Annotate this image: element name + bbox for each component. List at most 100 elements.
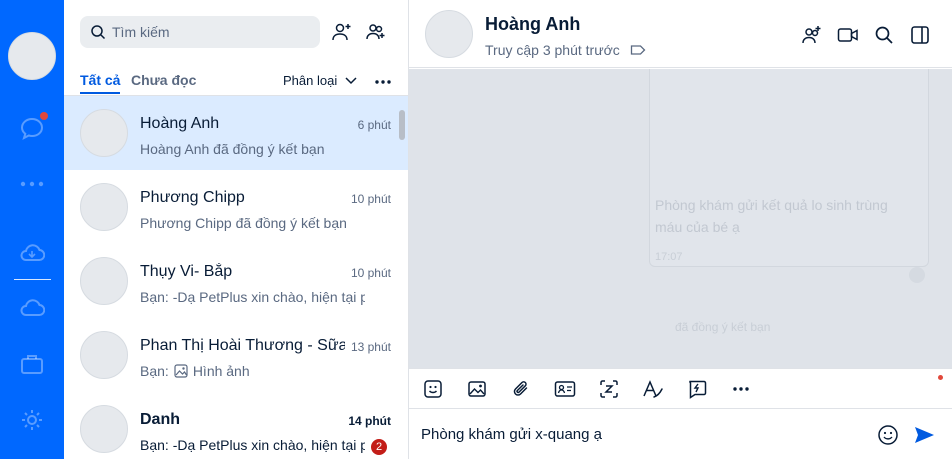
list-options-button[interactable] (371, 72, 395, 92)
tab-all[interactable]: Tất cả (80, 72, 121, 94)
avatar (80, 331, 128, 379)
conversation-preview: Bạn: Hình ảnh (140, 363, 365, 379)
video-call-button[interactable] (837, 24, 859, 46)
conversation-item[interactable]: Hoàng Anh 6 phút Hoàng Anh đã đồng ý kết… (64, 96, 408, 170)
cloud-icon[interactable] (18, 294, 46, 322)
conversation-list-panel: Tất cả Chưa đọc Phân loại Hoàng Anh 6 ph… (64, 0, 409, 459)
conversation-preview: Phương Chipp đã đồng ý kết bạn (140, 215, 365, 231)
send-icon (915, 427, 934, 443)
preview-prefix: Bạn: (140, 363, 169, 379)
conversation-time: 13 phút (350, 340, 391, 354)
screenshot-button[interactable] (597, 377, 621, 401)
message-input[interactable]: Phòng khám gửi x-quang ạ (421, 426, 602, 443)
cloud-sync-icon[interactable] (18, 239, 46, 267)
chat-notification-dot (40, 112, 48, 120)
avatar (80, 183, 128, 231)
preview-text: Hình ảnh (192, 363, 250, 379)
message-composer[interactable]: Phòng khám gửi x-quang ạ (409, 409, 952, 459)
attach-file-button[interactable] (509, 377, 533, 401)
message-area[interactable]: Phòng khám gửi kết quả lo sinh trùng máu… (409, 69, 952, 368)
add-group-icon (802, 26, 821, 44)
quick-message-icon (689, 380, 707, 399)
more-tools-button[interactable] (729, 377, 753, 401)
left-nav-rail (0, 0, 64, 459)
more-horizontal-icon (375, 80, 391, 84)
emoji-icon (878, 425, 898, 445)
add-friend-button[interactable] (330, 20, 354, 44)
message-time: 17:07 (655, 251, 683, 263)
tab-unread[interactable]: Chưa đọc (131, 72, 196, 88)
search-icon (91, 25, 106, 40)
conversation-name: Hoàng Anh (140, 115, 220, 132)
conversation-preview: Bạn: -Dạ PetPlus xin chào, hiện tại ph (140, 437, 365, 453)
contact-name[interactable]: Hoàng Anh (485, 14, 580, 35)
avatar (80, 405, 128, 453)
add-to-group-button[interactable] (801, 24, 823, 46)
send-contact-card-button[interactable] (553, 377, 577, 401)
filter-dropdown[interactable]: Phân loại (283, 73, 361, 88)
conversation-time: 10 phút (350, 192, 391, 206)
conversation-name: Danh (140, 411, 180, 428)
avatar (80, 257, 128, 305)
preview-text: Hoàng Anh đã đồng ý kết bạn (140, 141, 325, 157)
video-camera-icon (837, 28, 858, 42)
user-avatar[interactable] (8, 32, 56, 80)
add-friend-icon (332, 23, 351, 41)
add-group-icon (366, 24, 385, 40)
image-icon (468, 381, 486, 397)
conversation-preview: Bạn: -Dạ PetPlus xin chào, hiện tại phòn (140, 289, 365, 305)
system-note: đã đồng ý kết bạn (675, 320, 771, 334)
conversation-item[interactable]: Phương Chipp 10 phút Phương Chipp đã đồn… (64, 170, 408, 244)
quick-message-button[interactable] (685, 377, 709, 401)
sidebar-panel-icon (911, 26, 929, 44)
notification-dot (938, 375, 943, 380)
more-icon[interactable] (18, 170, 46, 198)
search-box[interactable] (80, 16, 320, 48)
chat-header: Hoàng Anh Truy cập 3 phút trước (409, 0, 952, 68)
conversation-name: Thụy Vi- Bắp (140, 263, 233, 280)
emoji-button[interactable] (876, 423, 900, 447)
text-format-button[interactable] (641, 377, 665, 401)
paperclip-icon (513, 381, 528, 396)
toggle-info-panel-button[interactable] (909, 24, 931, 46)
chevron-down-icon (345, 76, 357, 84)
text-format-icon (643, 380, 663, 398)
contact-status: Truy cập 3 phút trước (485, 42, 646, 58)
tag-icon[interactable] (630, 44, 646, 56)
sticker-icon (424, 380, 442, 398)
create-group-button[interactable] (364, 20, 388, 44)
contact-avatar[interactable] (425, 10, 473, 58)
more-horizontal-icon (733, 387, 749, 391)
list-scrollbar[interactable] (399, 110, 405, 140)
conversation-tabs: Tất cả Chưa đọc Phân loại (80, 72, 393, 96)
message-text: Phòng khám gửi kết quả lo sinh trùng máu… (655, 197, 888, 235)
rail-divider (14, 279, 51, 280)
unread-badge: 2 (371, 439, 387, 455)
sticker-button[interactable] (421, 377, 445, 401)
send-button[interactable] (912, 423, 936, 447)
conversation-item[interactable]: Danh 14 phút Bạn: -Dạ PetPlus xin chào, … (64, 392, 408, 459)
briefcase-icon[interactable] (18, 350, 46, 378)
compose-toolbar (409, 368, 952, 409)
send-image-button[interactable] (465, 377, 489, 401)
conversation-time: 14 phút (348, 414, 391, 428)
last-seen-text: Truy cập 3 phút trước (485, 42, 620, 58)
conversation-time: 10 phút (350, 266, 391, 280)
conversation-time: 6 phút (357, 118, 391, 132)
search-icon (875, 26, 893, 44)
settings-icon[interactable] (18, 406, 46, 434)
conversation-preview: Hoàng Anh đã đồng ý kết bạn (140, 141, 365, 157)
conversation-name: Phương Chipp (140, 189, 245, 206)
conversation-name: Phan Thị Hoài Thương - Sữa ăn dặm (140, 337, 345, 354)
preview-text: Phương Chipp đã đồng ý kết bạn (140, 215, 347, 231)
contact-card-icon (554, 381, 576, 397)
reaction-dot (909, 267, 925, 283)
search-input[interactable] (112, 24, 312, 40)
conversation-item[interactable]: Phan Thị Hoài Thương - Sữa ăn dặm 13 phú… (64, 318, 408, 392)
search-in-chat-button[interactable] (873, 24, 895, 46)
conversation-item[interactable]: Thụy Vi- Bắp 10 phút Bạn: -Dạ PetPlus xi… (64, 244, 408, 318)
preview-text: Bạn: -Dạ PetPlus xin chào, hiện tại ph (140, 437, 365, 453)
preview-text: Bạn: -Dạ PetPlus xin chào, hiện tại phòn (140, 289, 365, 305)
screenshot-icon (600, 380, 618, 398)
avatar (80, 109, 128, 157)
